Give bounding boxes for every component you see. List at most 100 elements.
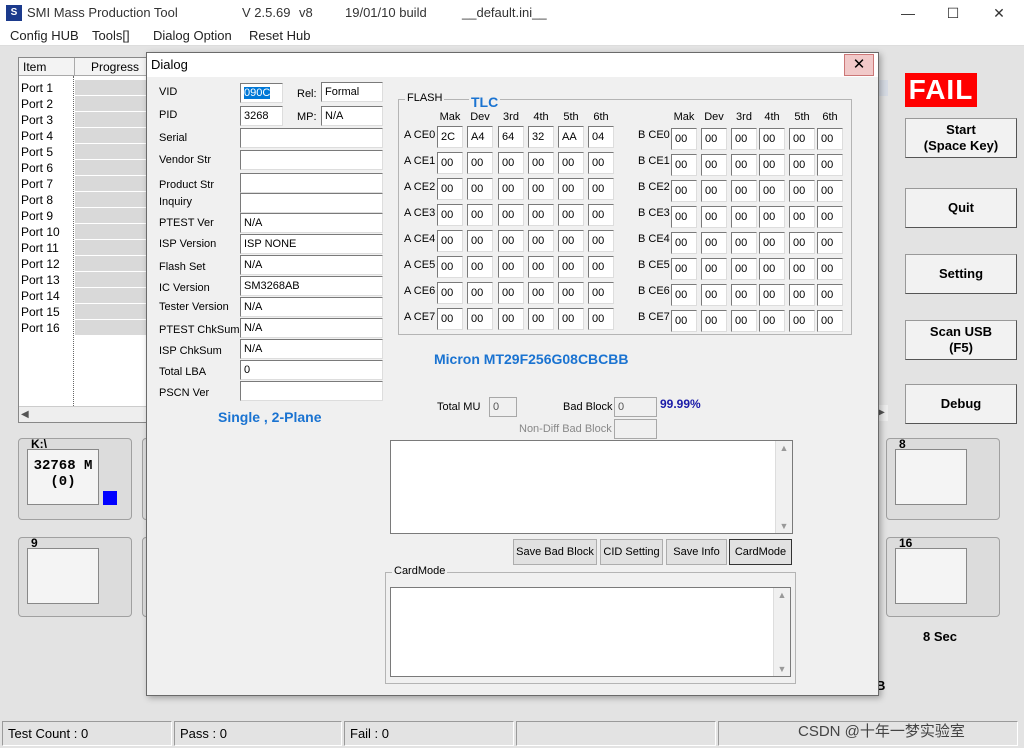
a-ce-cell[interactable]: 00	[437, 308, 463, 330]
b-ce-cell[interactable]: 00	[671, 154, 697, 176]
a-ce-cell[interactable]: 00	[467, 230, 493, 252]
b-ce-cell[interactable]: 00	[701, 128, 727, 150]
a-ce-cell[interactable]: 00	[498, 204, 524, 226]
port-box-1[interactable]: K:\ 32768 M (0)	[18, 437, 132, 520]
port-row[interactable]: Port 4	[19, 128, 147, 144]
b-ce-cell[interactable]: 00	[817, 128, 843, 150]
a-ce-cell[interactable]: 00	[437, 282, 463, 304]
a-ce-cell[interactable]: 00	[498, 178, 524, 200]
b-ce-cell[interactable]: 00	[789, 180, 815, 202]
mp-field[interactable]: N/A	[321, 106, 383, 126]
a-ce-cell[interactable]: 2C	[437, 126, 463, 148]
b-ce-cell[interactable]: 00	[731, 258, 757, 280]
b-ce-cell[interactable]: 00	[789, 232, 815, 254]
inquiry-field[interactable]	[240, 193, 383, 213]
a-ce-cell[interactable]: 00	[528, 230, 554, 252]
b-ce-cell[interactable]: 00	[671, 206, 697, 228]
a-ce-cell[interactable]: 00	[588, 282, 614, 304]
b-ce-cell[interactable]: 00	[759, 232, 785, 254]
b-ce-cell[interactable]: 00	[789, 284, 815, 306]
a-ce-cell[interactable]: 00	[467, 204, 493, 226]
port-row[interactable]: Port 3	[19, 112, 147, 128]
b-ce-cell[interactable]: 00	[759, 310, 785, 332]
port-row[interactable]: Port 1	[19, 80, 147, 96]
b-ce-cell[interactable]: 00	[701, 154, 727, 176]
a-ce-cell[interactable]: 00	[437, 152, 463, 174]
maximize-icon[interactable]: ☐	[930, 0, 976, 26]
col-item-header[interactable]: Item	[19, 58, 75, 76]
save-info-button[interactable]: Save Info	[666, 539, 727, 565]
a-ce-cell[interactable]: 00	[588, 256, 614, 278]
a-ce-cell[interactable]: 00	[498, 230, 524, 252]
product-field[interactable]	[240, 173, 383, 193]
isp-chksum-field[interactable]: N/A	[240, 339, 383, 359]
menu-tools[interactable]: Tools[]	[92, 28, 130, 43]
a-ce-cell[interactable]: 00	[558, 230, 584, 252]
b-ce-cell[interactable]: 00	[817, 232, 843, 254]
ptest-chksum-field[interactable]: N/A	[240, 318, 383, 338]
b-ce-cell[interactable]: 00	[817, 258, 843, 280]
b-ce-cell[interactable]: 00	[789, 258, 815, 280]
minimize-icon[interactable]: —	[885, 0, 931, 26]
b-ce-cell[interactable]: 00	[817, 180, 843, 202]
a-ce-cell[interactable]: 00	[498, 152, 524, 174]
total-lba-field[interactable]: 0	[240, 360, 383, 380]
a-ce-cell[interactable]: 00	[467, 282, 493, 304]
dialog-close-icon[interactable]: ✕	[844, 54, 874, 76]
b-ce-cell[interactable]: 00	[731, 232, 757, 254]
a-ce-cell[interactable]: 00	[528, 152, 554, 174]
b-ce-cell[interactable]: 00	[817, 284, 843, 306]
a-ce-cell[interactable]: 00	[588, 178, 614, 200]
port-row[interactable]: Port 12	[19, 256, 147, 272]
a-ce-cell[interactable]: 64	[498, 126, 524, 148]
a-ce-cell[interactable]: 00	[467, 308, 493, 330]
b-ce-cell[interactable]: 00	[731, 284, 757, 306]
b-ce-cell[interactable]: 00	[731, 310, 757, 332]
rel-field[interactable]: Formal	[321, 82, 383, 102]
horizontal-scrollbar[interactable]: ◀	[19, 406, 147, 422]
b-ce-cell[interactable]: 00	[817, 206, 843, 228]
a-ce-cell[interactable]: AA	[558, 126, 584, 148]
b-ce-cell[interactable]: 00	[759, 258, 785, 280]
port-row[interactable]: Port 14	[19, 288, 147, 304]
b-ce-cell[interactable]: 00	[789, 128, 815, 150]
a-ce-cell[interactable]: 00	[437, 230, 463, 252]
b-ce-cell[interactable]: 00	[701, 180, 727, 202]
b-ce-cell[interactable]: 00	[701, 232, 727, 254]
port-row[interactable]: Port 11	[19, 240, 147, 256]
b-ce-cell[interactable]: 00	[759, 180, 785, 202]
port-row[interactable]: Port 2	[19, 96, 147, 112]
a-ce-cell[interactable]: 00	[558, 308, 584, 330]
b-ce-cell[interactable]: 00	[671, 284, 697, 306]
debug-button[interactable]: Debug	[905, 384, 1017, 424]
b-ce-cell[interactable]: 00	[731, 154, 757, 176]
b-ce-cell[interactable]: 00	[789, 154, 815, 176]
vendor-field[interactable]	[240, 150, 383, 170]
tester-version-field[interactable]: N/A	[240, 297, 383, 317]
b-ce-cell[interactable]: 00	[789, 310, 815, 332]
a-ce-cell[interactable]: 00	[498, 282, 524, 304]
b-ce-cell[interactable]: 00	[759, 284, 785, 306]
b-ce-cell[interactable]: 00	[671, 180, 697, 202]
info-log-textarea[interactable]: ▲ ▼	[390, 440, 793, 534]
b-ce-cell[interactable]: 00	[701, 310, 727, 332]
b-ce-cell[interactable]: 00	[671, 310, 697, 332]
b-ce-cell[interactable]: 00	[817, 310, 843, 332]
a-ce-cell[interactable]: 00	[528, 256, 554, 278]
vid-field[interactable]: 090C	[240, 83, 283, 103]
port-row[interactable]: Port 10	[19, 224, 147, 240]
port-row[interactable]: Port 5	[19, 144, 147, 160]
a-ce-cell[interactable]: 00	[437, 178, 463, 200]
serial-field[interactable]	[240, 128, 383, 148]
b-ce-cell[interactable]: 00	[731, 180, 757, 202]
a-ce-cell[interactable]: 00	[437, 204, 463, 226]
a-ce-cell[interactable]: 00	[528, 178, 554, 200]
port-row[interactable]: Port 15	[19, 304, 147, 320]
cardmode-button[interactable]: CardMode	[729, 539, 792, 565]
b-ce-cell[interactable]: 00	[789, 206, 815, 228]
scan-usb-button[interactable]: Scan USB (F5)	[905, 320, 1017, 360]
cardmode-textarea[interactable]: ▲ ▼	[390, 587, 791, 677]
port-box-16[interactable]: 16	[886, 536, 1000, 617]
a-ce-cell[interactable]: 00	[437, 256, 463, 278]
a-ce-cell[interactable]: 00	[498, 256, 524, 278]
